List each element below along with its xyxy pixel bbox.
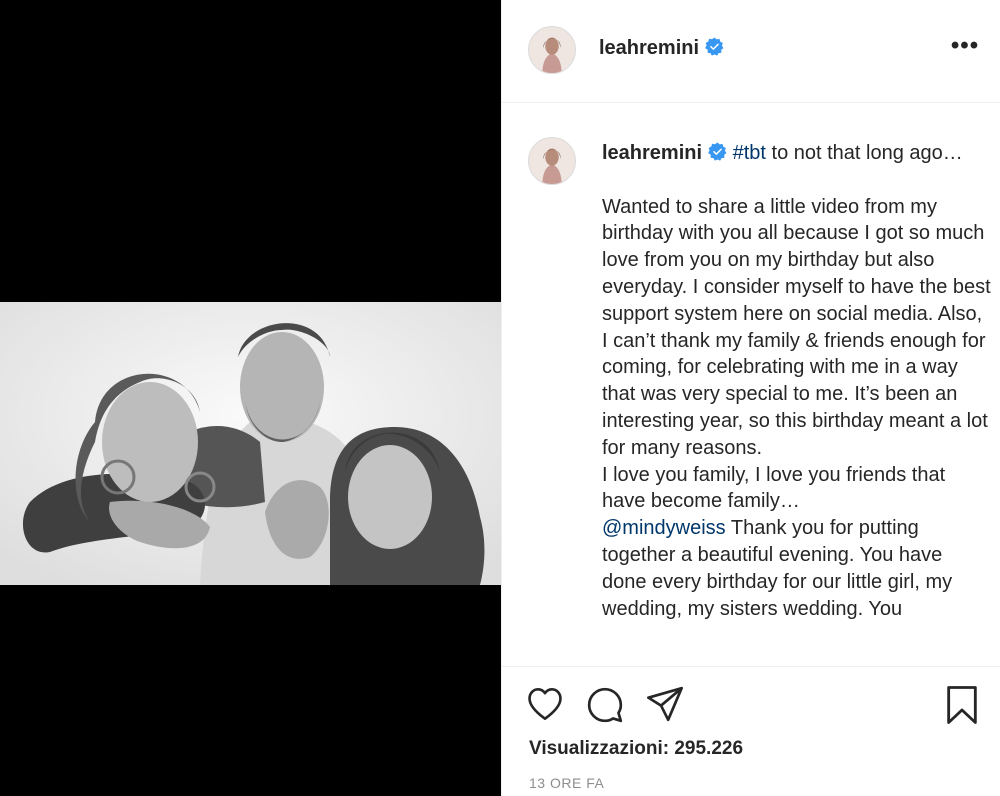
username-text[interactable]: leahremini (599, 37, 699, 59)
caption-username[interactable]: leahremini (602, 142, 702, 164)
more-horizontal-icon: ••• (950, 32, 980, 59)
action-bar: Visualizzazioni: 295.226 13 ORE FA (502, 666, 1000, 796)
post-timestamp[interactable]: 13 ORE FA (529, 775, 604, 791)
media-panel (0, 0, 501, 796)
caption-intro-text: to not that long ago… (765, 142, 963, 164)
views-count[interactable]: Visualizzazioni: 295.226 (529, 738, 743, 760)
verified-badge-icon (705, 37, 724, 56)
caption-paragraph: Wanted to share a little video from my b… (602, 195, 997, 459)
post-author-username[interactable]: leahremini (599, 37, 724, 60)
paper-plane-icon[interactable] (645, 685, 685, 723)
bookmark-icon[interactable] (945, 685, 979, 725)
profile-photo-icon (529, 27, 575, 73)
caption-area: leahremini #tbt to not that long ago… Wa… (502, 104, 1000, 666)
hashtag-link[interactable]: #tbt (733, 142, 766, 164)
mention-link[interactable]: @mindyweiss (602, 517, 726, 539)
post-caption: leahremini #tbt to not that long ago… Wa… (602, 140, 992, 622)
verified-badge-icon (708, 142, 727, 161)
post-header: leahremini ••• (502, 0, 1000, 103)
profile-photo-icon (529, 138, 575, 184)
photo-booth-image (0, 302, 501, 585)
avatar[interactable] (528, 26, 576, 74)
caption-avatar[interactable] (528, 137, 576, 185)
caption-paragraph: I love you family, I love you friends th… (602, 463, 951, 513)
comment-bubble-icon[interactable] (586, 686, 624, 724)
more-options-button[interactable]: ••• (950, 34, 980, 62)
post-photo[interactable] (0, 302, 501, 585)
post-sidebar: leahremini ••• leahremini #tbt to not th… (501, 0, 1000, 796)
heart-icon[interactable] (526, 687, 564, 721)
